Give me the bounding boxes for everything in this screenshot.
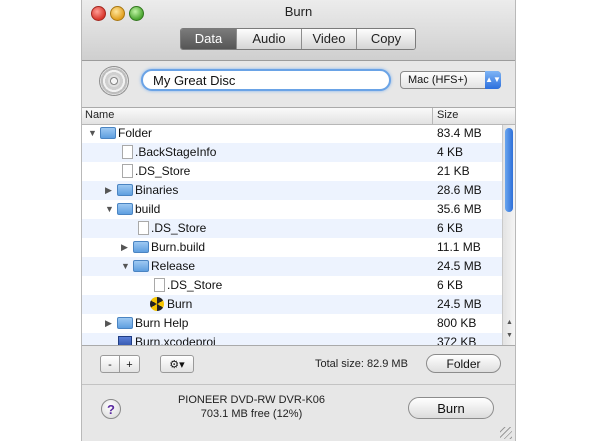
table-row[interactable]: ▼ build 35.6 MB <box>82 200 502 219</box>
name-column-header[interactable]: Name <box>85 109 114 121</box>
table-row[interactable]: .DS_Store 6 KB <box>82 276 502 295</box>
table-row[interactable]: ▶ Binaries 28.6 MB <box>82 181 502 200</box>
row-size: 11.1 MB <box>437 240 481 254</box>
row-name: .DS_Store <box>135 164 191 178</box>
row-size: 24.5 MB <box>437 259 482 273</box>
row-size: 800 KB <box>437 316 477 330</box>
column-divider <box>432 108 433 124</box>
title-bar: Burn Data Audio Video Copy <box>82 0 515 61</box>
folder-icon <box>117 203 133 215</box>
remove-item-button[interactable]: - <box>100 355 120 373</box>
total-size-label: Total size: 82.9 MB <box>315 358 408 370</box>
document-icon <box>154 278 165 292</box>
disclosure-expanded-icon[interactable]: ▼ <box>105 200 114 219</box>
disc-name-input[interactable] <box>141 69 391 91</box>
disc-icon <box>99 66 129 96</box>
row-size: 83.4 MB <box>437 126 482 140</box>
gear-menu-button[interactable]: ⚙▾ <box>160 355 194 373</box>
folder-icon <box>117 317 133 329</box>
row-name: build <box>135 202 161 216</box>
row-size: 6 KB <box>437 278 464 292</box>
burn-app-icon <box>150 297 164 311</box>
row-size: 21 KB <box>437 164 470 178</box>
document-icon <box>122 164 133 178</box>
row-name: Binaries <box>135 183 179 197</box>
row-name: Folder <box>118 126 153 140</box>
row-size: 4 KB <box>437 145 464 159</box>
folder-icon <box>117 184 133 196</box>
folder-icon <box>100 127 116 139</box>
row-name: Burn.build <box>151 240 206 254</box>
row-size: 6 KB <box>437 221 464 235</box>
drive-name: PIONEER DVD-RW DVR-K06 <box>177 394 326 406</box>
tab-audio[interactable]: Audio <box>237 29 302 49</box>
file-list: Name Size ▼ Folder 83.4 MB .BackStageInf… <box>82 107 515 346</box>
disclosure-collapsed-icon[interactable]: ▶ <box>105 314 112 333</box>
table-row[interactable]: ▶ Burn Help 800 KB <box>82 314 502 333</box>
table-row[interactable]: ▼ Release 24.5 MB <box>82 257 502 276</box>
disclosure-collapsed-icon[interactable]: ▶ <box>121 238 128 257</box>
tab-copy[interactable]: Copy <box>357 29 415 49</box>
table-row[interactable]: ▼ Folder 83.4 MB <box>82 124 502 143</box>
document-icon <box>138 221 149 235</box>
table-row[interactable]: .DS_Store 21 KB <box>82 162 502 181</box>
burn-window: Burn Data Audio Video Copy Mac (HFS+) ▲▼… <box>81 0 516 441</box>
table-row[interactable]: .BackStageInfo 4 KB <box>82 143 502 162</box>
scroll-down-arrow-icon[interactable]: ▼ <box>504 330 515 342</box>
tab-video[interactable]: Video <box>302 29 357 49</box>
folder-icon <box>133 241 149 253</box>
disclosure-expanded-icon[interactable]: ▼ <box>121 257 130 276</box>
bottom-toolbar: - + ⚙▾ Total size: 82.9 MB Folder <box>82 344 515 384</box>
drive-free-space: 703.1 MB free (12%) <box>200 408 303 420</box>
scroll-thumb[interactable] <box>505 128 513 212</box>
table-row[interactable]: ▶ Burn.build 11.1 MB <box>82 238 502 257</box>
vertical-scrollbar[interactable]: ▲ ▼ <box>502 125 515 345</box>
updown-arrows-icon: ▲▼ <box>485 71 501 89</box>
row-name: .DS_Store <box>151 221 207 235</box>
scroll-up-arrow-icon[interactable]: ▲ <box>504 317 515 329</box>
burn-button[interactable]: Burn <box>408 397 494 419</box>
row-name: .BackStageInfo <box>135 145 217 159</box>
disclosure-expanded-icon[interactable]: ▼ <box>88 124 97 143</box>
size-column-header[interactable]: Size <box>437 109 458 121</box>
row-name: Release <box>151 259 196 273</box>
filesystem-select-value: Mac (HFS+) <box>408 74 468 86</box>
table-row[interactable]: Burn 24.5 MB <box>82 295 502 314</box>
disclosure-collapsed-icon[interactable]: ▶ <box>105 181 112 200</box>
document-icon <box>122 145 133 159</box>
new-folder-button[interactable]: Folder <box>426 354 501 373</box>
folder-icon <box>133 260 149 272</box>
add-item-button[interactable]: + <box>119 355 140 373</box>
status-bar: ? PIONEER DVD-RW DVR-K06 703.1 MB free (… <box>82 384 515 441</box>
window-title: Burn <box>284 4 313 19</box>
mode-tabs: Data Audio Video Copy <box>180 28 416 50</box>
table-row[interactable]: .DS_Store 6 KB <box>82 219 502 238</box>
row-name: .DS_Store <box>167 278 223 292</box>
resize-grip-icon[interactable] <box>500 427 512 439</box>
file-list-header: Name Size <box>82 108 515 125</box>
row-size: 28.6 MB <box>437 183 482 197</box>
row-name: Burn <box>167 297 193 311</box>
filesystem-select[interactable]: Mac (HFS+) ▲▼ <box>400 71 501 89</box>
row-size: 35.6 MB <box>437 202 482 216</box>
tab-data[interactable]: Data <box>181 29 237 49</box>
row-size: 24.5 MB <box>437 297 482 311</box>
row-name: Burn Help <box>135 316 189 330</box>
